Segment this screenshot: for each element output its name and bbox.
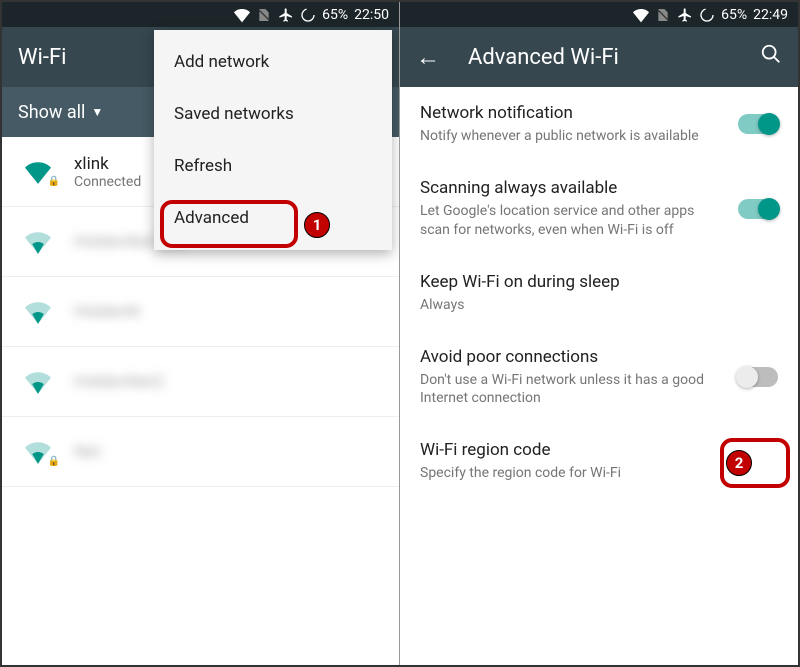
menu-refresh[interactable]: Refresh bbox=[154, 140, 392, 192]
battery-percent: 65% bbox=[322, 7, 348, 23]
setting-subtitle: Notify whenever a public network is avai… bbox=[420, 127, 726, 146]
toggle-switch[interactable] bbox=[738, 367, 778, 387]
wifi-row[interactable]: 🔒 Net bbox=[2, 417, 399, 487]
wifi-signal-icon bbox=[18, 369, 58, 395]
setting-scanning-always[interactable]: Scanning always available Let Google's l… bbox=[400, 162, 798, 256]
battery-percent: 65% bbox=[721, 7, 747, 23]
setting-title: Scanning always available bbox=[420, 178, 726, 198]
menu-add-network[interactable]: Add network bbox=[154, 36, 392, 88]
overflow-menu: Add network Saved networks Refresh Advan… bbox=[154, 30, 392, 250]
setting-avoid-poor-connections[interactable]: Avoid poor connections Don't use a Wi-Fi… bbox=[400, 331, 798, 425]
airplane-icon bbox=[677, 7, 693, 23]
wifi-name: HiddenN bbox=[74, 302, 383, 322]
wifi-signal-icon bbox=[18, 299, 58, 325]
wifi-name: Net bbox=[74, 442, 383, 462]
lock-icon: 🔒 bbox=[48, 456, 60, 467]
callout-badge-1: 1 bbox=[304, 212, 330, 238]
setting-subtitle: Specify the region code for Wi-Fi bbox=[420, 464, 766, 483]
wifi-name: HiddenNet2 bbox=[74, 372, 383, 392]
back-icon[interactable]: ← bbox=[416, 43, 440, 72]
clock: 22:49 bbox=[753, 7, 788, 23]
lock-icon: 🔒 bbox=[48, 176, 60, 187]
wifi-status-icon bbox=[633, 7, 649, 23]
setting-title: Wi-Fi region code bbox=[420, 440, 766, 460]
setting-subtitle: Don't use a Wi-Fi network unless it has … bbox=[420, 371, 726, 409]
sim-off-icon bbox=[655, 7, 671, 23]
app-bar: ← Advanced Wi-Fi bbox=[400, 27, 798, 87]
wifi-status-icon bbox=[234, 7, 250, 23]
screen-wifi: 65% 22:50 Wi-Fi Show all ▼ 🔒 xlink Conne… bbox=[2, 2, 400, 665]
chevron-down-icon: ▼ bbox=[91, 105, 103, 119]
screen-advanced-wifi: 65% 22:49 ← Advanced Wi-Fi Network notif… bbox=[400, 2, 798, 665]
sim-off-icon bbox=[256, 7, 272, 23]
search-icon[interactable] bbox=[760, 43, 782, 71]
setting-title: Network notification bbox=[420, 103, 726, 123]
wifi-signal-icon: 🔒 bbox=[18, 159, 58, 185]
loading-icon bbox=[699, 7, 715, 23]
setting-network-notification[interactable]: Network notification Notify whenever a p… bbox=[400, 87, 798, 162]
status-bar: 65% 22:50 bbox=[2, 2, 399, 27]
status-bar: 65% 22:49 bbox=[400, 2, 798, 27]
toggle-switch[interactable] bbox=[738, 199, 778, 219]
callout-badge-2: 2 bbox=[726, 450, 752, 476]
setting-title: Avoid poor connections bbox=[420, 347, 726, 367]
clock: 22:50 bbox=[354, 7, 389, 23]
setting-keep-wifi-sleep[interactable]: Keep Wi-Fi on during sleep Always bbox=[400, 256, 798, 331]
wifi-signal-icon: 🔒 bbox=[18, 439, 58, 465]
toggle-switch[interactable] bbox=[738, 114, 778, 134]
settings-list: Network notification Notify whenever a p… bbox=[400, 87, 798, 499]
page-title: Advanced Wi-Fi bbox=[468, 45, 760, 70]
menu-saved-networks[interactable]: Saved networks bbox=[154, 88, 392, 140]
wifi-row[interactable]: HiddenNet2 bbox=[2, 347, 399, 417]
wifi-row[interactable]: HiddenN bbox=[2, 277, 399, 347]
wifi-signal-icon bbox=[18, 229, 58, 255]
loading-icon bbox=[300, 7, 316, 23]
airplane-icon bbox=[278, 7, 294, 23]
setting-subtitle: Let Google's location service and other … bbox=[420, 202, 726, 240]
menu-advanced[interactable]: Advanced bbox=[154, 192, 392, 244]
filter-label: Show all bbox=[18, 102, 85, 123]
setting-title: Keep Wi-Fi on during sleep bbox=[420, 272, 766, 292]
setting-subtitle: Always bbox=[420, 296, 766, 315]
